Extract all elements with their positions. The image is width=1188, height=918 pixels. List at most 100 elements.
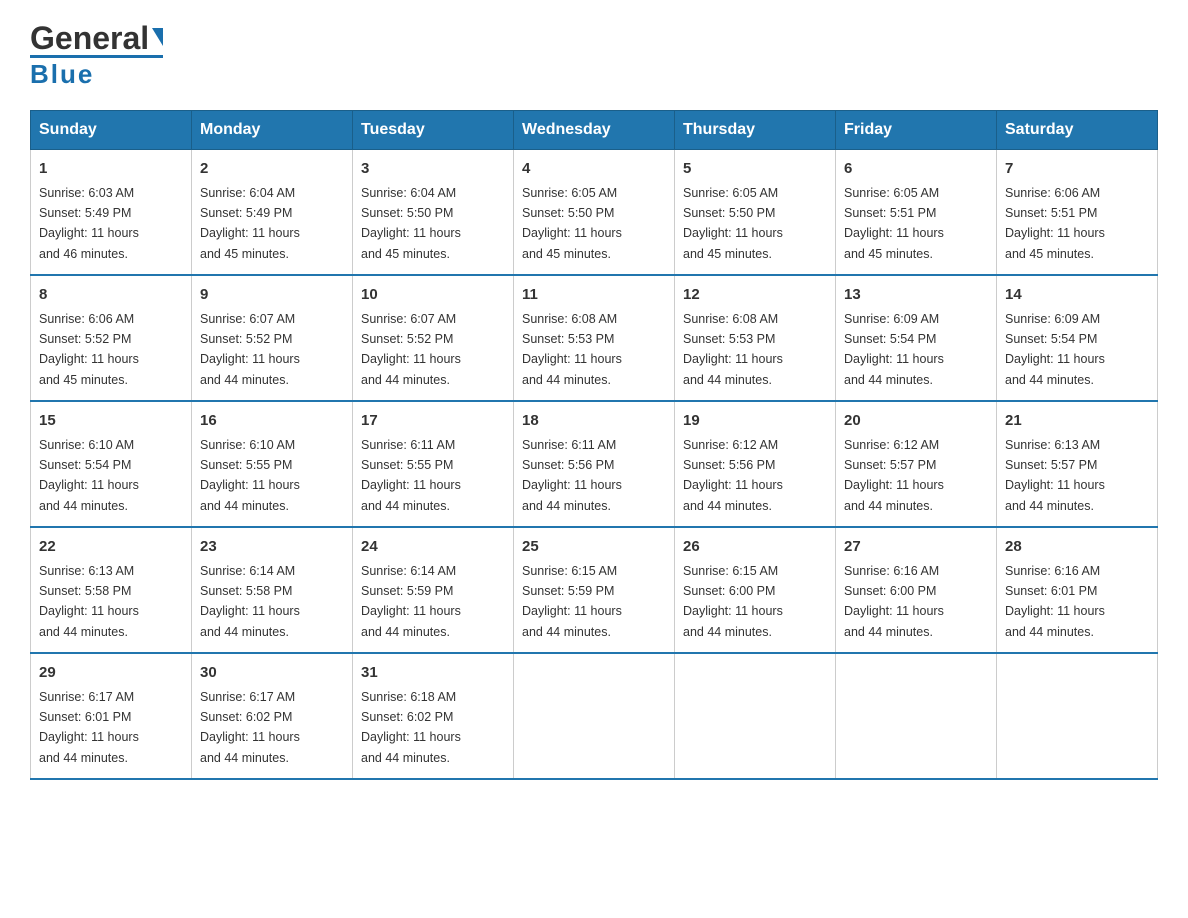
calendar-cell: 21 Sunrise: 6:13 AMSunset: 5:57 PMDayligh…	[997, 401, 1158, 527]
day-info: Sunrise: 6:06 AMSunset: 5:51 PMDaylight:…	[1005, 186, 1105, 261]
calendar-cell: 27 Sunrise: 6:16 AMSunset: 6:00 PMDayligh…	[836, 527, 997, 653]
day-info: Sunrise: 6:13 AMSunset: 5:58 PMDaylight:…	[39, 564, 139, 639]
calendar-week-row: 15 Sunrise: 6:10 AMSunset: 5:54 PMDayligh…	[31, 401, 1158, 527]
day-info: Sunrise: 6:16 AMSunset: 6:00 PMDaylight:…	[844, 564, 944, 639]
day-info: Sunrise: 6:05 AMSunset: 5:50 PMDaylight:…	[683, 186, 783, 261]
day-info: Sunrise: 6:14 AMSunset: 5:59 PMDaylight:…	[361, 564, 461, 639]
calendar-cell: 16 Sunrise: 6:10 AMSunset: 5:55 PMDayligh…	[192, 401, 353, 527]
day-info: Sunrise: 6:08 AMSunset: 5:53 PMDaylight:…	[522, 312, 622, 387]
day-info: Sunrise: 6:16 AMSunset: 6:01 PMDaylight:…	[1005, 564, 1105, 639]
day-info: Sunrise: 6:10 AMSunset: 5:55 PMDaylight:…	[200, 438, 300, 513]
day-number: 2	[200, 158, 344, 181]
day-number: 14	[1005, 284, 1149, 307]
day-number: 25	[522, 536, 666, 559]
day-number: 5	[683, 158, 827, 181]
day-info: Sunrise: 6:17 AMSunset: 6:01 PMDaylight:…	[39, 690, 139, 765]
calendar-cell: 13Sunrise: 6:09 AMSunset: 5:54 PMDayligh…	[836, 275, 997, 401]
day-number: 8	[39, 284, 183, 307]
day-info: Sunrise: 6:10 AMSunset: 5:54 PMDaylight:…	[39, 438, 139, 513]
calendar-cell: 22 Sunrise: 6:13 AMSunset: 5:58 PMDayligh…	[31, 527, 192, 653]
calendar-cell: 30Sunrise: 6:17 AMSunset: 6:02 PMDayligh…	[192, 653, 353, 779]
calendar-cell	[675, 653, 836, 779]
logo: General Blue	[30, 20, 163, 90]
day-info: Sunrise: 6:15 AMSunset: 5:59 PMDaylight:…	[522, 564, 622, 639]
day-number: 21	[1005, 410, 1149, 433]
day-number: 22	[39, 536, 183, 559]
day-info: Sunrise: 6:06 AMSunset: 5:52 PMDaylight:…	[39, 312, 139, 387]
day-number: 28	[1005, 536, 1149, 559]
day-info: Sunrise: 6:07 AMSunset: 5:52 PMDaylight:…	[361, 312, 461, 387]
day-number: 13	[844, 284, 988, 307]
day-info: Sunrise: 6:17 AMSunset: 6:02 PMDaylight:…	[200, 690, 300, 765]
col-header-friday: Friday	[836, 111, 997, 150]
calendar-week-row: 1Sunrise: 6:03 AMSunset: 5:49 PMDaylight…	[31, 150, 1158, 276]
day-number: 10	[361, 284, 505, 307]
calendar-cell: 18Sunrise: 6:11 AMSunset: 5:56 PMDayligh…	[514, 401, 675, 527]
day-number: 23	[200, 536, 344, 559]
day-info: Sunrise: 6:15 AMSunset: 6:00 PMDaylight:…	[683, 564, 783, 639]
calendar-week-row: 29 Sunrise: 6:17 AMSunset: 6:01 PMDayligh…	[31, 653, 1158, 779]
day-number: 29	[39, 662, 183, 685]
calendar-cell: 28 Sunrise: 6:16 AMSunset: 6:01 PMDayligh…	[997, 527, 1158, 653]
day-number: 12	[683, 284, 827, 307]
day-number: 4	[522, 158, 666, 181]
calendar-cell: 1Sunrise: 6:03 AMSunset: 5:49 PMDaylight…	[31, 150, 192, 276]
day-number: 1	[39, 158, 183, 181]
calendar-cell: 29 Sunrise: 6:17 AMSunset: 6:01 PMDayligh…	[31, 653, 192, 779]
calendar-cell: 8 Sunrise: 6:06 AMSunset: 5:52 PMDaylight…	[31, 275, 192, 401]
day-info: Sunrise: 6:12 AMSunset: 5:57 PMDaylight:…	[844, 438, 944, 513]
logo-blue-text: Blue	[30, 59, 94, 90]
day-info: Sunrise: 6:18 AMSunset: 6:02 PMDaylight:…	[361, 690, 461, 765]
calendar-cell: 20 Sunrise: 6:12 AMSunset: 5:57 PMDayligh…	[836, 401, 997, 527]
col-header-tuesday: Tuesday	[353, 111, 514, 150]
calendar-cell: 15 Sunrise: 6:10 AMSunset: 5:54 PMDayligh…	[31, 401, 192, 527]
day-number: 15	[39, 410, 183, 433]
calendar-week-row: 22 Sunrise: 6:13 AMSunset: 5:58 PMDayligh…	[31, 527, 1158, 653]
day-number: 17	[361, 410, 505, 433]
calendar-cell: 9Sunrise: 6:07 AMSunset: 5:52 PMDaylight…	[192, 275, 353, 401]
day-info: Sunrise: 6:13 AMSunset: 5:57 PMDaylight:…	[1005, 438, 1105, 513]
calendar-cell: 24 Sunrise: 6:14 AMSunset: 5:59 PMDayligh…	[353, 527, 514, 653]
col-header-wednesday: Wednesday	[514, 111, 675, 150]
day-number: 24	[361, 536, 505, 559]
day-info: Sunrise: 6:05 AMSunset: 5:50 PMDaylight:…	[522, 186, 622, 261]
day-number: 31	[361, 662, 505, 685]
calendar-cell: 17 Sunrise: 6:11 AMSunset: 5:55 PMDayligh…	[353, 401, 514, 527]
day-number: 16	[200, 410, 344, 433]
day-info: Sunrise: 6:07 AMSunset: 5:52 PMDaylight:…	[200, 312, 300, 387]
day-number: 7	[1005, 158, 1149, 181]
day-number: 20	[844, 410, 988, 433]
calendar-cell: 26 Sunrise: 6:15 AMSunset: 6:00 PMDayligh…	[675, 527, 836, 653]
day-number: 27	[844, 536, 988, 559]
calendar-cell: 2Sunrise: 6:04 AMSunset: 5:49 PMDaylight…	[192, 150, 353, 276]
day-number: 19	[683, 410, 827, 433]
calendar-table: SundayMondayTuesdayWednesdayThursdayFrid…	[30, 110, 1158, 780]
day-number: 11	[522, 284, 666, 307]
calendar-cell: 4 Sunrise: 6:05 AMSunset: 5:50 PMDaylight…	[514, 150, 675, 276]
calendar-cell: 19 Sunrise: 6:12 AMSunset: 5:56 PMDayligh…	[675, 401, 836, 527]
day-number: 26	[683, 536, 827, 559]
calendar-cell: 12 Sunrise: 6:08 AMSunset: 5:53 PMDayligh…	[675, 275, 836, 401]
day-info: Sunrise: 6:08 AMSunset: 5:53 PMDaylight:…	[683, 312, 783, 387]
calendar-cell	[997, 653, 1158, 779]
day-info: Sunrise: 6:12 AMSunset: 5:56 PMDaylight:…	[683, 438, 783, 513]
calendar-cell: 14Sunrise: 6:09 AMSunset: 5:54 PMDayligh…	[997, 275, 1158, 401]
calendar-cell: 7 Sunrise: 6:06 AMSunset: 5:51 PMDaylight…	[997, 150, 1158, 276]
day-number: 3	[361, 158, 505, 181]
calendar-cell: 31 Sunrise: 6:18 AMSunset: 6:02 PMDayligh…	[353, 653, 514, 779]
day-info: Sunrise: 6:11 AMSunset: 5:55 PMDaylight:…	[361, 438, 461, 513]
calendar-cell	[514, 653, 675, 779]
day-number: 18	[522, 410, 666, 433]
day-info: Sunrise: 6:04 AMSunset: 5:50 PMDaylight:…	[361, 186, 461, 261]
logo-triangle-icon	[152, 28, 163, 46]
col-header-sunday: Sunday	[31, 111, 192, 150]
calendar-cell: 3 Sunrise: 6:04 AMSunset: 5:50 PMDaylight…	[353, 150, 514, 276]
col-header-thursday: Thursday	[675, 111, 836, 150]
day-number: 6	[844, 158, 988, 181]
calendar-cell	[836, 653, 997, 779]
calendar-header-row: SundayMondayTuesdayWednesdayThursdayFrid…	[31, 111, 1158, 150]
calendar-cell: 6Sunrise: 6:05 AMSunset: 5:51 PMDaylight…	[836, 150, 997, 276]
col-header-saturday: Saturday	[997, 111, 1158, 150]
page-header: General Blue	[30, 20, 1158, 90]
calendar-cell: 10 Sunrise: 6:07 AMSunset: 5:52 PMDayligh…	[353, 275, 514, 401]
